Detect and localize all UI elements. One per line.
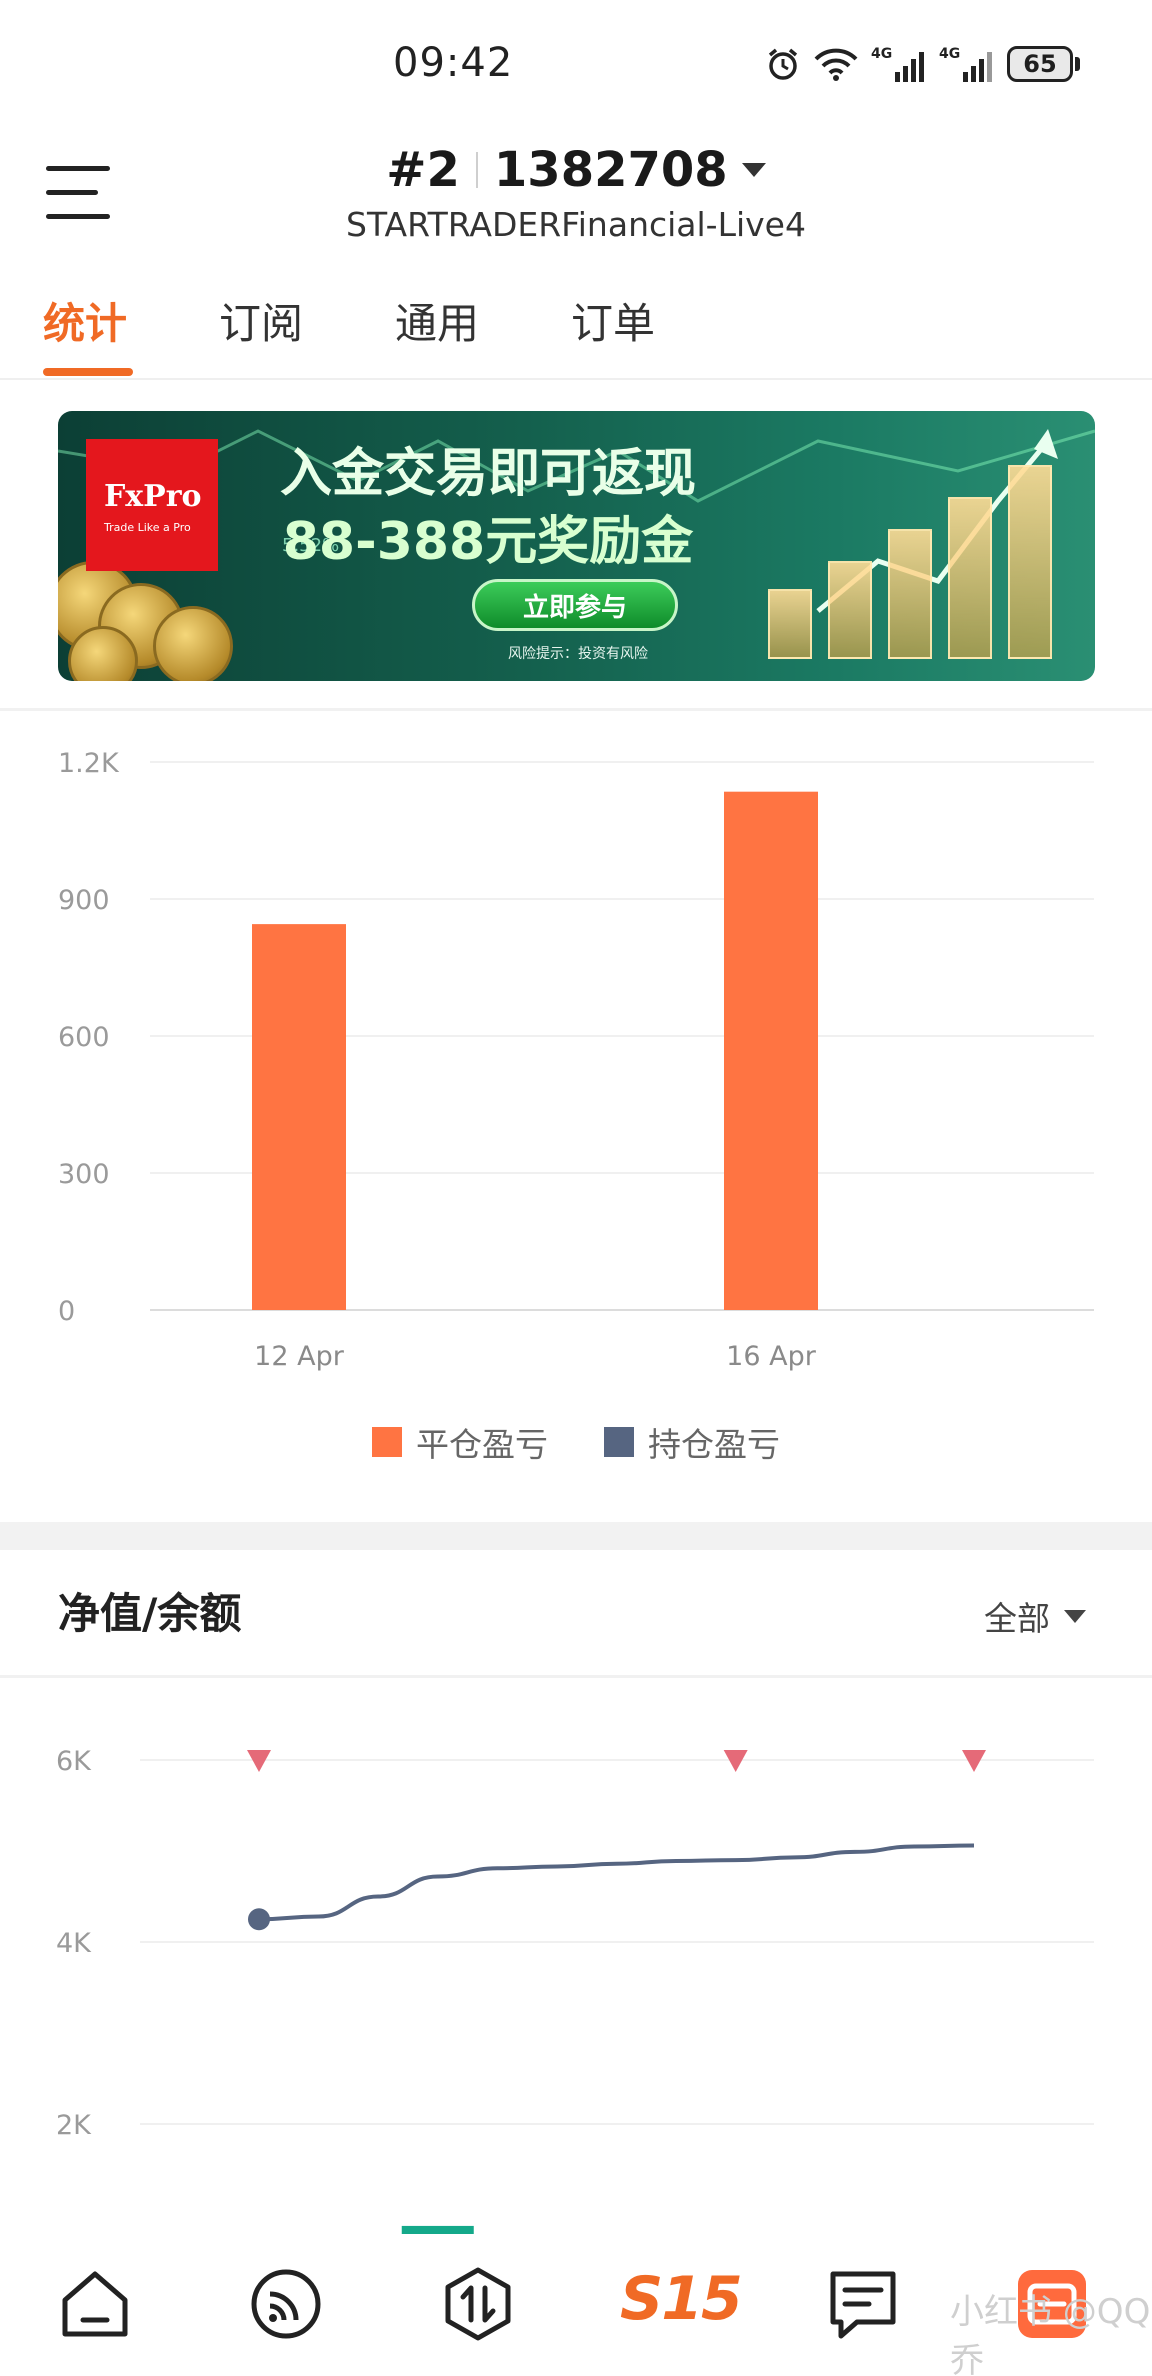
network-label-1: 4G: [871, 46, 892, 62]
banner-brand: FxPro: [104, 479, 202, 514]
y-tick-label: 0: [58, 1296, 75, 1327]
section-gap: [0, 1522, 1152, 1550]
bar-closed-pnl: [724, 791, 818, 1310]
equity-balance-title: 净值/余额: [58, 1589, 242, 1638]
x-tick-label: 12 Apr: [254, 1341, 345, 1372]
line-chart-svg: 6K 4K 2K: [56, 1746, 1094, 2234]
chevron-down-icon: [741, 163, 766, 177]
y-tick-label: 6K: [56, 1746, 92, 1777]
equity-start-point: [248, 1908, 270, 1931]
y-tick-label: 900: [58, 885, 110, 916]
banner-subheadline: 88-388元奖励金: [282, 512, 694, 572]
wifi-icon: [814, 48, 858, 81]
bar-chart-svg: 1.2K 900 600 300 0 12 Apr 16 Apr: [58, 748, 1094, 1372]
section-divider: [0, 708, 1152, 711]
signal-icon-sim1: 4G: [871, 46, 924, 82]
legend-swatch-open-pnl: [604, 1427, 634, 1457]
chart-legend: 平仓盈亏 持仓盈亏: [0, 1418, 1152, 1466]
legend-label-closed-pnl: 平仓盈亏: [416, 1425, 548, 1464]
battery-icon: 65: [1007, 46, 1080, 82]
tab-bar: 统计 订阅 通用 订单: [0, 290, 1152, 380]
tab-statistics[interactable]: 统计: [43, 290, 127, 378]
banner-headline: 入金交易即可返现: [279, 444, 696, 504]
bar-closed-pnl: [252, 924, 346, 1310]
section-divider: [0, 1675, 1152, 1678]
account-selector[interactable]: #2 1382708: [0, 140, 1152, 200]
promo-banner[interactable]: FxPro Trade Like a Pro 5.52% 入金交易即可返现 88…: [58, 411, 1095, 681]
account-number: 1382708: [493, 142, 728, 198]
y-tick-label: 4K: [56, 1928, 92, 1959]
tab-active-indicator: [43, 368, 133, 376]
banner-tagline: Trade Like a Pro: [104, 521, 191, 534]
status-bar: 09:42 4G 4G 65: [0, 0, 1152, 130]
status-icons: 4G 4G 65: [765, 42, 1080, 86]
tab-subscriptions[interactable]: 订阅: [219, 290, 303, 378]
signals-icon[interactable]: [246, 2264, 326, 2344]
y-tick-label: 600: [58, 1022, 110, 1053]
banner-risk-note: 风险提示：投资有风险: [508, 646, 648, 662]
tab-general[interactable]: 通用: [395, 290, 479, 378]
server-name: STARTRADERFinancial-Live4: [346, 205, 806, 244]
account-divider: [475, 152, 478, 188]
chevron-down-icon: [1064, 1609, 1086, 1623]
range-label: 全部: [984, 1599, 1050, 1638]
s15-icon[interactable]: S15: [620, 2264, 743, 2334]
equity-line: [258, 1843, 975, 1922]
signal-icon-sim2: 4G: [939, 46, 992, 82]
battery-level: 65: [1007, 46, 1073, 82]
range-dropdown[interactable]: 全部: [984, 1592, 1086, 1640]
legend-label-open-pnl: 持仓盈亏: [648, 1425, 780, 1464]
y-tick-label: 2K: [56, 2110, 92, 2141]
alarm-icon: [768, 48, 798, 80]
home-icon[interactable]: [55, 2264, 135, 2344]
messages-icon[interactable]: [823, 2264, 903, 2344]
tab-orders[interactable]: 订单: [571, 290, 655, 378]
y-tick-label: 300: [58, 1159, 110, 1190]
status-time: 09:42: [393, 40, 514, 86]
legend-item-open-pnl[interactable]: 持仓盈亏: [604, 1418, 780, 1466]
legend-item-closed-pnl[interactable]: 平仓盈亏: [372, 1418, 548, 1466]
fxpro-logo: FxPro Trade Like a Pro: [86, 439, 218, 571]
network-label-2: 4G: [939, 46, 960, 62]
x-tick-label: 16 Apr: [726, 1341, 817, 1372]
account-index: #2: [386, 142, 460, 198]
watermark: 小红书 @QQ乔: [950, 2292, 1151, 2376]
trade-icon[interactable]: [438, 2264, 518, 2344]
deposit-bar: [401, 2225, 474, 2234]
y-tick-label: 1.2K: [58, 748, 120, 779]
banner-cta-button[interactable]: 立即参与: [472, 579, 678, 631]
legend-swatch-closed-pnl: [372, 1427, 402, 1457]
